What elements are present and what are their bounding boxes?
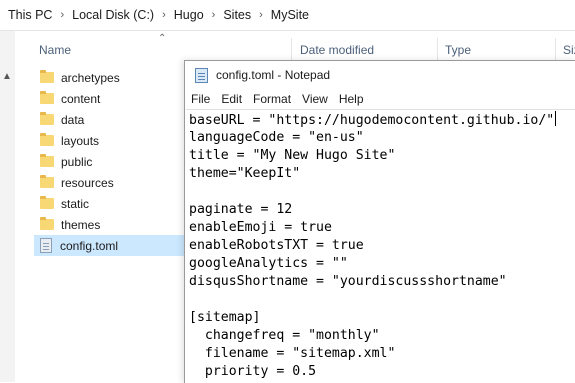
column-name[interactable]: Name [39, 43, 71, 57]
text-editor[interactable]: baseURL = "https://hugodemocontent.githu… [186, 109, 575, 383]
list-item-data[interactable]: data [36, 109, 186, 130]
column-size[interactable]: Siz [563, 43, 575, 57]
text-line: [sitemap] [189, 310, 261, 325]
menu-edit[interactable]: Edit [221, 92, 242, 106]
text-line: disqusShortname = "yourdiscussshortname" [189, 274, 507, 289]
notepad-icon [195, 67, 208, 83]
chevron-right-icon: › [211, 9, 216, 21]
list-item-archetypes[interactable]: archetypes [36, 67, 186, 88]
text-line: baseURL = "https://hugodemocontent.githu… [189, 111, 575, 129]
list-item-static[interactable]: static [36, 193, 186, 214]
menu-help[interactable]: Help [339, 92, 364, 106]
menu-view[interactable]: View [302, 92, 328, 106]
text-line [189, 183, 575, 201]
menu-format[interactable]: Format [253, 92, 291, 106]
file-list: archetypes content data layouts public r… [34, 67, 186, 256]
chevron-right-icon: › [162, 9, 166, 21]
file-name: data [61, 112, 85, 127]
list-item-public[interactable]: public [36, 151, 186, 172]
menu-bar: File Edit Format View Help [185, 89, 575, 109]
column-divider[interactable] [437, 38, 438, 60]
list-item-config-toml[interactable]: config.toml [34, 235, 184, 256]
folder-icon [40, 175, 54, 188]
list-item-content[interactable]: content [36, 88, 186, 109]
text-line: enableEmoji = true [189, 220, 332, 235]
notepad-window: config.toml - Notepad File Edit Format V… [184, 60, 575, 383]
column-divider[interactable] [555, 38, 556, 60]
folder-icon [40, 112, 54, 125]
menu-file[interactable]: File [191, 92, 210, 106]
text-line: priority = 0.5 [189, 364, 317, 379]
list-item-themes[interactable]: themes [36, 214, 186, 235]
breadcrumb: This PC › Local Disk (C:) › Hugo › Sites… [0, 0, 575, 31]
breadcrumb-item-local-disk[interactable]: Local Disk (C:) [72, 8, 154, 22]
navigation-pane-scrollbar[interactable]: ▲ [0, 31, 15, 382]
list-item-resources[interactable]: resources [36, 172, 186, 193]
folder-icon [40, 91, 54, 104]
window-title: config.toml - Notepad [216, 68, 331, 82]
text-caret [555, 111, 557, 126]
chevron-right-icon: › [60, 9, 65, 21]
text-line: changefreq = "monthly" [189, 328, 380, 343]
text-line: filename = "sitemap.xml" [189, 346, 396, 361]
notepad-title-bar[interactable]: config.toml - Notepad [185, 61, 575, 89]
folder-icon [40, 196, 54, 209]
file-name: static [61, 196, 90, 211]
text-line [189, 291, 575, 309]
column-date-modified[interactable]: Date modified [300, 43, 374, 57]
breadcrumb-item-mysite[interactable]: MySite [271, 8, 309, 22]
file-name: layouts [61, 133, 100, 148]
folder-icon [40, 217, 54, 230]
file-name: public [61, 154, 93, 169]
file-name: content [61, 91, 101, 106]
text-line: languageCode = "en-us" [189, 130, 364, 145]
sort-ascending-icon: ⌃ [158, 33, 167, 44]
text-line: googleAnalytics = "" [189, 256, 348, 271]
file-name: themes [61, 217, 101, 232]
folder-icon [40, 133, 54, 146]
breadcrumb-item-sites[interactable]: Sites [223, 8, 251, 22]
list-item-layouts[interactable]: layouts [36, 130, 186, 151]
text-line-content: baseURL = "https://hugodemocontent.githu… [189, 113, 555, 128]
file-name: resources [61, 175, 114, 190]
folder-icon [40, 154, 54, 167]
file-name: archetypes [61, 70, 120, 85]
file-name: config.toml [60, 238, 119, 253]
column-divider[interactable] [291, 38, 292, 60]
scroll-up-icon[interactable]: ▲ [2, 71, 12, 82]
file-icon [40, 238, 52, 253]
text-line: enableRobotsTXT = true [189, 238, 364, 253]
folder-icon [40, 70, 54, 83]
chevron-right-icon: › [259, 9, 263, 21]
text-line: paginate = 12 [189, 202, 293, 217]
text-line: title = "My New Hugo Site" [189, 148, 396, 163]
breadcrumb-item-this-pc[interactable]: This PC [8, 8, 52, 22]
text-line: theme="KeepIt" [189, 166, 301, 181]
breadcrumb-item-hugo[interactable]: Hugo [174, 8, 204, 22]
column-type[interactable]: Type [445, 43, 471, 57]
